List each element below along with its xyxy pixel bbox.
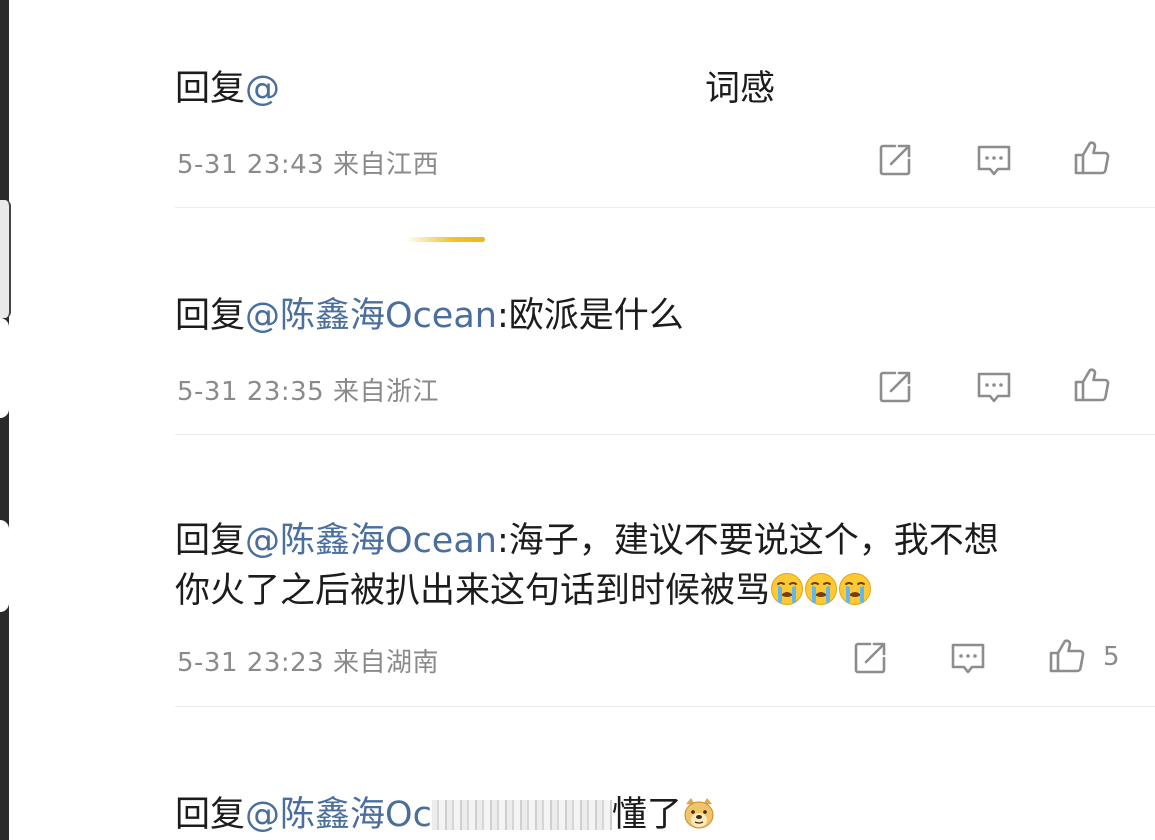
comment-meta: 5-31 23:43 来自江西 [177,144,439,181]
share-button[interactable] [850,638,890,678]
comment-text-line-1: 回复@陈鑫海Ocean:海子，建议不要说这个，我不想 [175,518,999,564]
share-icon [850,638,890,678]
share-icon [875,367,915,407]
thumbs-up-icon [1072,365,1112,405]
window-left-edge [0,0,11,840]
share-button[interactable] [875,367,915,407]
mention-link[interactable]: @陈鑫海Ocean [245,296,497,336]
crying-emoji-icon [770,572,804,606]
comment-time: 5-31 23:43 [177,150,325,180]
comment-location: 来自江西 [332,150,439,180]
mention-link[interactable]: @陈鑫海Oc [245,795,432,835]
reply-prefix: 回复 [175,795,246,835]
reply-prefix: 回复 [175,296,246,336]
comment-text: 回复@陈鑫海Oc 懂了 [175,792,716,838]
comment-meta: 5-31 23:23 来自湖南 [177,642,439,679]
reply-prefix: 回复 [175,521,246,561]
edge-scroll-handle [0,200,11,318]
comment-icon [974,140,1014,180]
divider [175,706,1155,707]
comment-body-cont: 你火了之后被扒出来这句话到时候被骂 [175,571,771,611]
comment-text-line-2: 你火了之后被扒出来这句话到时候被骂 [175,568,872,614]
comment-time: 5-31 23:35 [177,377,325,407]
mention-link[interactable]: @陈鑫海Ocean [245,521,497,561]
censored-text [431,800,612,830]
divider [175,207,1155,208]
comment-icon [974,367,1014,407]
comment-icon [948,638,988,678]
mention-link[interactable]: @ [245,69,280,109]
comment-location: 来自湖南 [332,648,439,678]
share-button[interactable] [875,140,915,180]
crying-emoji-icon [838,572,872,606]
comment-button[interactable] [974,367,1014,407]
thumbs-up-icon [1072,138,1112,178]
comment-text: 回复@陈鑫海Ocean:欧派是什么 [175,293,684,339]
edge-notch [0,520,9,612]
like-count: 5 [1103,642,1120,672]
smudge-mark [405,237,485,242]
comment-time: 5-31 23:23 [177,648,325,678]
thumbs-up-icon [1047,636,1087,676]
comment-body: :欧派是什么 [496,296,684,336]
comment-meta: 5-31 23:35 来自浙江 [177,371,439,408]
comment-body: :海子，建议不要说这个，我不想 [496,521,999,561]
comment-body: 词感 [705,69,776,109]
comment-button[interactable] [974,140,1014,180]
comment-item: 回复@陈鑫海Ocean:海子，建议不要说这个，我不想 你火了之后被扒出来这句话到… [175,518,1155,708]
doge-emoji-icon [682,796,716,830]
crying-emoji-icon [804,572,838,606]
comment-item: 回复@陈鑫海Ocean:欧派是什么 5-31 23:35 来自浙江 [175,293,1155,435]
divider [175,434,1155,435]
reply-prefix: 回复 [175,69,246,109]
comment-item: 回复@ 词感 5-31 23:43 来自江西 [175,66,1155,208]
comment-location: 来自浙江 [332,377,439,407]
like-button[interactable] [1047,636,1087,676]
like-button[interactable] [1072,365,1112,405]
edge-notch [0,318,9,418]
comment-body: 懂了 [611,795,682,835]
share-icon [875,140,915,180]
comment-text: 回复@ 词感 [175,66,775,112]
comment-item: 回复@陈鑫海Oc 懂了 [175,792,1155,840]
comment-button[interactable] [948,638,988,678]
like-button[interactable] [1072,138,1112,178]
